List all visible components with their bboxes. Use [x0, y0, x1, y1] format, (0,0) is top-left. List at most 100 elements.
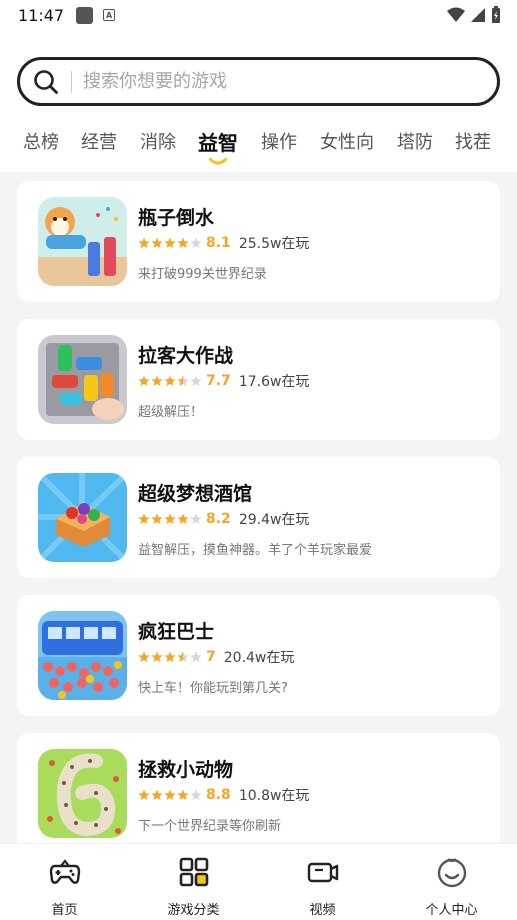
game-name: 拯救小动物: [138, 759, 234, 781]
game-score: 8.2: [206, 511, 231, 527]
game-name: 拉客大作战: [138, 345, 234, 367]
star-icon: [177, 789, 189, 800]
game-card[interactable]: 拯救小动物 8.8 10.8w在玩 下一个世界纪录等你刷新: [17, 733, 500, 854]
grid-icon: [179, 857, 209, 887]
star-icon: [138, 651, 150, 662]
rating-row: 8.2 29.4w在玩: [138, 510, 309, 528]
star-icon: [177, 651, 189, 662]
game-name: 疯狂巴士: [138, 621, 215, 643]
nav-video-label: 视频: [309, 903, 336, 918]
status-time: 11:47: [18, 5, 65, 25]
star-rating: [138, 237, 202, 249]
battery-icon: [492, 6, 500, 23]
tab-nvxingxiang[interactable]: 女性向: [320, 128, 374, 154]
nav-categories[interactable]: 游戏分类: [129, 844, 258, 920]
tab-zongbang[interactable]: 总榜: [23, 128, 59, 154]
nav-video[interactable]: 视频: [258, 844, 387, 920]
star-icon: [190, 513, 202, 524]
search-input[interactable]: [83, 71, 463, 92]
signal-icon: [471, 8, 485, 22]
game-thumbnail[interactable]: [38, 611, 127, 700]
star-icon: [177, 513, 189, 524]
game-description: 益智解压，摸鱼神器。羊了个羊玩家最爱: [138, 543, 373, 558]
game-description: 快上车！你能玩到第几关?: [138, 681, 288, 696]
play-count: 17.6w在玩: [238, 374, 310, 390]
tab-tafang[interactable]: 塔防: [397, 128, 433, 154]
star-icon: [190, 375, 202, 386]
game-thumbnail[interactable]: [38, 335, 127, 424]
nav-profile[interactable]: 个人中心: [387, 844, 516, 920]
star-icon: [190, 651, 202, 662]
rating-row: 7.7 17.6w在玩: [138, 372, 309, 390]
star-icon: [151, 651, 163, 662]
game-score: 7.7: [206, 373, 231, 389]
star-icon: [177, 375, 189, 386]
game-card[interactable]: 疯狂巴士 7 20.4w在玩 快上车！你能玩到第几关?: [17, 595, 500, 716]
star-icon: [190, 789, 202, 800]
star-rating: [138, 375, 202, 387]
star-icon: [138, 789, 150, 800]
star-icon: [138, 513, 150, 524]
tab-jingying[interactable]: 经营: [81, 128, 117, 154]
game-thumbnail[interactable]: [38, 473, 127, 562]
gamepad-icon: [49, 859, 81, 884]
star-rating: [138, 651, 202, 663]
game-card[interactable]: 拉客大作战 7.7 17.6w在玩 超级解压！: [17, 319, 500, 440]
header: 总榜 经营 消除 益智 操作 女性向 塔防 找茬: [0, 30, 517, 172]
nav-profile-label: 个人中心: [425, 903, 478, 918]
star-icon: [138, 375, 150, 386]
star-icon: [164, 237, 176, 248]
rating-row: 8.8 10.8w在玩: [138, 786, 309, 804]
star-icon: [138, 237, 150, 248]
star-rating: [138, 513, 202, 525]
rating-row: 7 20.4w在玩: [138, 648, 294, 666]
status-bar: 11:47 A: [0, 0, 517, 30]
category-tabs: 总榜 经营 消除 益智 操作 女性向 塔防 找茬: [0, 128, 517, 168]
keyboard-icon: A: [103, 9, 116, 21]
wifi-icon: [447, 7, 465, 22]
tab-yizhi[interactable]: 益智: [198, 128, 238, 156]
tab-caozuo[interactable]: 操作: [261, 128, 297, 154]
star-rating: [138, 789, 202, 801]
search-icon[interactable]: [33, 69, 59, 95]
star-icon: [177, 237, 189, 248]
play-count: 20.4w在玩: [223, 650, 295, 666]
rating-row: 8.1 25.5w在玩: [138, 234, 309, 252]
star-icon: [151, 513, 163, 524]
game-card[interactable]: 超级梦想酒馆 8.2 29.4w在玩 益智解压，摸鱼神器。羊了个羊玩家最爱: [17, 457, 500, 578]
tab-zhaocha[interactable]: 找茬: [455, 128, 491, 154]
star-icon: [164, 651, 176, 662]
play-count: 10.8w在玩: [238, 788, 310, 804]
game-description: 超级解压！: [138, 405, 204, 420]
status-indicators: [447, 6, 501, 24]
game-description: 下一个世界纪录等你刷新: [138, 819, 282, 834]
nav-home-label: 首页: [51, 903, 78, 918]
game-thumbnail[interactable]: [38, 197, 127, 286]
star-icon: [164, 789, 176, 800]
game-score: 8.1: [206, 235, 231, 251]
star-icon: [151, 237, 163, 248]
tab-xiaochu[interactable]: 消除: [140, 128, 176, 154]
bottom-nav: 首页 游戏分类 视频 个人中心: [0, 843, 517, 920]
game-score: 7: [206, 649, 216, 665]
notification-icon: [76, 6, 94, 24]
star-icon: [164, 375, 176, 386]
game-thumbnail[interactable]: [38, 749, 127, 838]
game-card[interactable]: 瓶子倒水 8.1 25.5w在玩 来打破999关世界纪录: [17, 181, 500, 302]
game-name: 瓶子倒水: [138, 207, 215, 229]
play-count: 25.5w在玩: [238, 236, 310, 252]
active-tab-indicator: [209, 158, 227, 165]
star-icon: [151, 789, 163, 800]
nav-categories-label: 游戏分类: [167, 903, 220, 918]
play-count: 29.4w在玩: [238, 512, 310, 528]
game-score: 8.8: [206, 787, 231, 803]
game-description: 来打破999关世界纪录: [138, 267, 267, 282]
star-icon: [190, 237, 202, 248]
nav-home[interactable]: 首页: [0, 844, 129, 920]
video-icon: [307, 862, 339, 883]
search-divider: [71, 70, 72, 93]
star-icon: [151, 375, 163, 386]
search-bar[interactable]: [17, 57, 500, 106]
smile-icon: [437, 858, 467, 888]
star-icon: [164, 513, 176, 524]
